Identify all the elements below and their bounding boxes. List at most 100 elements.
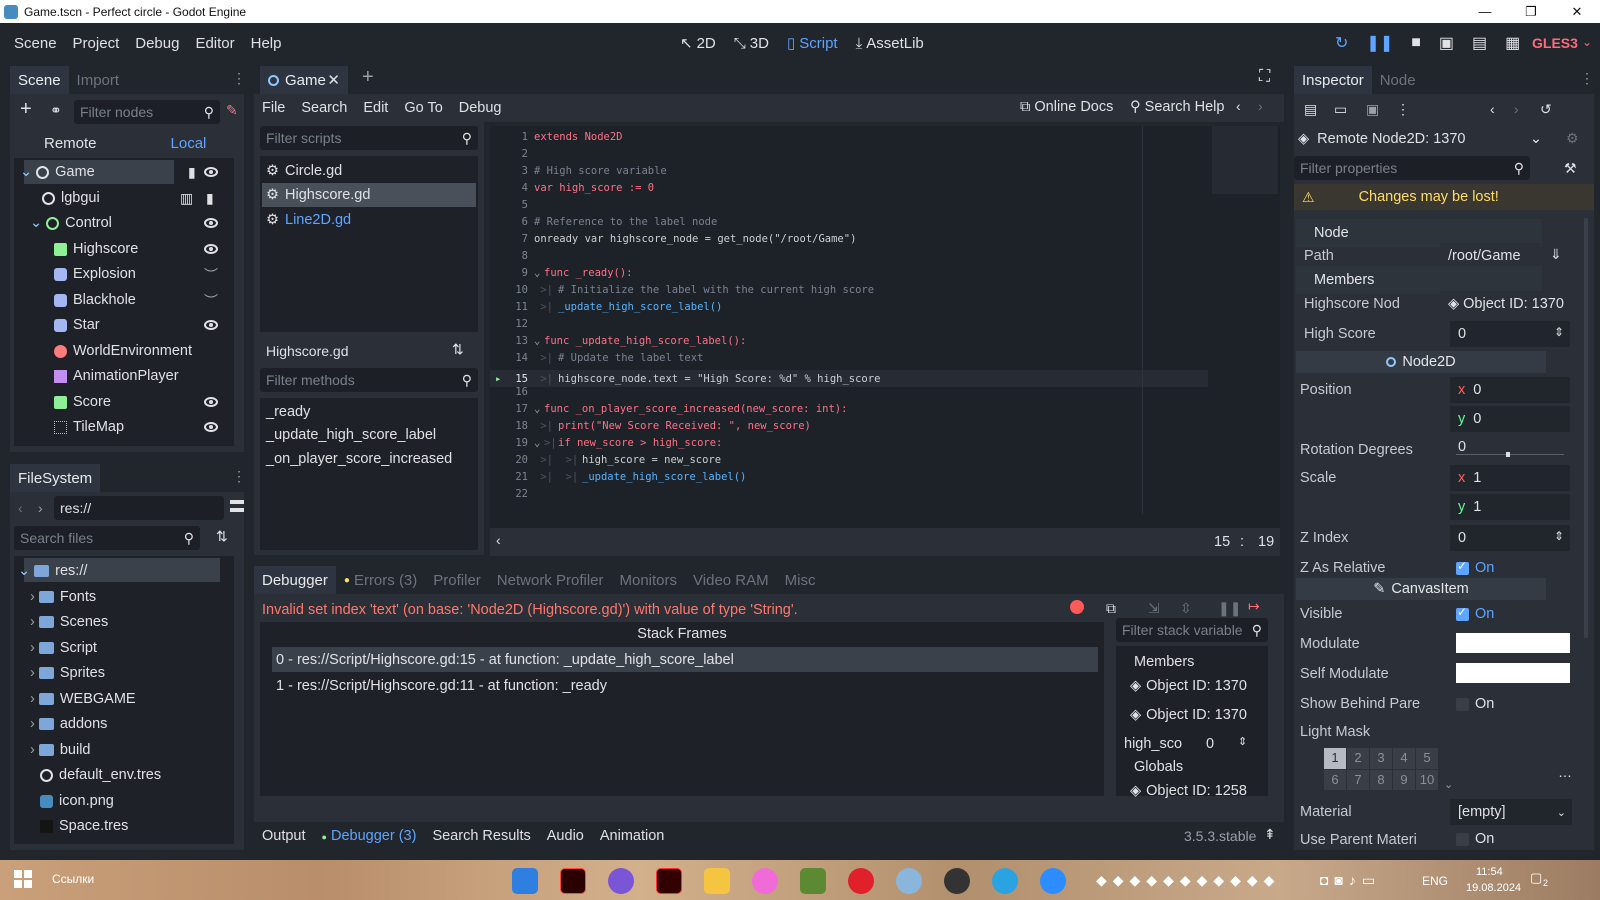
scale-y[interactable]: y1 — [1450, 494, 1570, 520]
folder-icon[interactable] — [704, 868, 730, 894]
file-item-scenes[interactable]: › Scenes — [30, 609, 108, 635]
play-scene-icon[interactable]: ▣ — [1439, 33, 1454, 53]
tab-import[interactable]: Import — [69, 66, 128, 94]
workspace-2d[interactable]: ↖ 2D — [680, 34, 716, 53]
bottom-tab-debugger[interactable]: ● Debugger (3) — [314, 828, 425, 844]
history-icon[interactable]: ↺ — [1540, 101, 1552, 118]
position-y[interactable]: y0 — [1450, 406, 1570, 432]
spinner-icon[interactable]: ⇕ — [1554, 529, 1564, 543]
script-menu-edit[interactable]: Edit — [355, 100, 396, 116]
modulate-color-swatch[interactable] — [1456, 633, 1570, 653]
dock-menu-icon[interactable]: ⋮ — [232, 468, 246, 485]
script-menu-search[interactable]: Search — [293, 100, 355, 116]
visibility-eye-icon[interactable] — [204, 218, 218, 228]
tab-network-profiler[interactable]: Network Profiler — [489, 566, 612, 594]
path-field[interactable]: res:// — [54, 496, 224, 520]
spinner-icon[interactable]: ⇕ — [1554, 325, 1564, 339]
z-as-relative-checkbox[interactable]: On — [1456, 556, 1494, 580]
tab-profiler[interactable]: Profiler — [425, 566, 489, 594]
tab-scene[interactable]: Scene — [10, 66, 69, 94]
menu-debug[interactable]: Debug — [127, 35, 187, 52]
material-value[interactable]: [empty] ⌄ — [1450, 799, 1572, 825]
split-mode-icon[interactable] — [230, 500, 244, 512]
close-icon[interactable]: ✕ — [1554, 0, 1600, 23]
more-icon[interactable]: ⋮ — [1396, 101, 1410, 118]
filter-methods-input[interactable]: Filter methods ⚲ — [260, 368, 478, 392]
back-icon[interactable]: ‹ — [18, 500, 23, 516]
method-item[interactable]: _update_high_score_label — [266, 422, 436, 448]
tree-node-control[interactable]: ⌄ Control — [30, 210, 112, 236]
minimize-icon[interactable]: — — [1462, 0, 1508, 23]
file-item-res[interactable]: ⌄ res:// — [18, 558, 87, 584]
tree-node-blackhole[interactable]: Blackhole — [54, 287, 136, 313]
history-forward-icon[interactable]: › — [1514, 101, 1519, 117]
high-score-value[interactable]: 0 — [1450, 321, 1570, 347]
notification-icon[interactable]: ▢ — [1530, 870, 1542, 886]
use-parent-material-checkbox[interactable]: On — [1456, 828, 1494, 850]
stack-frame-1[interactable]: 1 - res://Script/Highscore.gd:11 - at fu… — [276, 673, 607, 699]
visibility-eye-icon[interactable] — [204, 244, 218, 254]
bottom-tab-audio[interactable]: Audio — [539, 828, 592, 844]
clock-date[interactable]: 19.08.2024 — [1466, 882, 1521, 894]
new-resource-icon[interactable]: ▤ — [1304, 101, 1317, 118]
chevron-down-icon[interactable]: ⌄ — [1444, 778, 1453, 791]
method-item[interactable]: _on_player_score_increased — [266, 446, 452, 472]
app-icon[interactable] — [752, 868, 778, 894]
debug-global-object[interactable]: ◈ Object ID: 1258 — [1130, 778, 1247, 804]
script-item-circle[interactable]: ⚙ Circle.gd — [266, 158, 342, 184]
script-item-highscore[interactable]: ⚙ Highscore.gd — [266, 182, 370, 208]
app-icon[interactable] — [896, 868, 922, 894]
code-editor[interactable]: 1 extends Node2D 2 3 # High score variable… — [490, 126, 1280, 528]
copy-error-icon[interactable]: ⧉ — [1106, 600, 1116, 617]
light-mask-bit[interactable]: 6 — [1324, 769, 1346, 790]
minecraft-icon[interactable] — [800, 868, 826, 894]
scene-tab-game[interactable]: Game ✕ — [260, 66, 348, 94]
menu-editor[interactable]: Editor — [187, 35, 242, 52]
tray-status-icons[interactable]: ◘◙♪▭ — [1320, 872, 1381, 889]
search-files-input[interactable]: Search files ⚲ — [14, 526, 200, 550]
prev-script-icon[interactable]: ‹ — [1236, 98, 1241, 114]
search-help-button[interactable]: ⚲ Search Help — [1130, 99, 1224, 115]
viber-icon[interactable] — [608, 868, 634, 894]
object-properties-icon[interactable]: ⚙ — [1566, 130, 1579, 147]
light-mask-bit[interactable]: 10 — [1416, 769, 1438, 790]
visible-checkbox[interactable]: On — [1456, 602, 1494, 626]
continue-icon[interactable]: ↦ — [1248, 598, 1260, 615]
file-item-webgame[interactable]: › WEBGAME — [30, 686, 136, 712]
light-mask-bit[interactable]: 2 — [1347, 748, 1369, 769]
light-mask-bit[interactable]: 9 — [1393, 769, 1415, 790]
tab-misc[interactable]: Misc — [777, 566, 824, 594]
tree-node-star[interactable]: Star — [54, 312, 100, 338]
telegram-icon[interactable] — [992, 868, 1018, 894]
dock-menu-icon[interactable]: ⋮ — [232, 70, 246, 87]
open-folder-icon[interactable]: ▭ — [1334, 101, 1347, 118]
debug-var-value[interactable]: 0 — [1206, 731, 1214, 757]
app-icon[interactable] — [512, 868, 538, 894]
dock-menu-icon[interactable]: ⋮ — [1580, 70, 1594, 87]
menu-scene[interactable]: Scene — [6, 35, 65, 52]
file-item-addons[interactable]: › addons — [30, 711, 107, 737]
tree-node-tilemap[interactable]: TileMap — [54, 414, 124, 440]
obs-icon[interactable] — [944, 868, 970, 894]
pause-icon[interactable]: ❚❚ — [1366, 33, 1393, 53]
hidden-eye-icon[interactable]: ︶ — [204, 291, 218, 311]
language-indicator[interactable]: ENG — [1422, 874, 1448, 888]
debug-member-object[interactable]: ◈ Object ID: 1370 — [1130, 702, 1247, 728]
history-back-icon[interactable]: ‹ — [1490, 101, 1495, 117]
workspace-assetlib[interactable]: ⤓ AssetLib — [856, 35, 924, 52]
taskbar-search[interactable]: Ссылки — [52, 872, 94, 886]
menu-help[interactable]: Help — [243, 35, 290, 52]
file-item-icon-png[interactable]: icon.png — [40, 788, 114, 814]
tree-node-score[interactable]: Score — [54, 389, 111, 415]
script-icon[interactable]: ▮ — [206, 190, 214, 207]
light-mask-bit[interactable]: 3 — [1370, 748, 1392, 769]
tree-node-worldenvironment[interactable]: WorldEnvironment — [54, 338, 192, 364]
script-item-line2d[interactable]: ⚙ Line2D.gd — [266, 207, 351, 233]
light-mask-grid[interactable]: 1 2 3 4 5 6 7 8 9 10 — [1324, 748, 1440, 790]
step-over-icon[interactable]: ⇳ — [1180, 600, 1192, 617]
save-icon[interactable]: ▣ — [1366, 101, 1379, 118]
tree-node-lgbgui[interactable]: lgbgui — [42, 185, 100, 211]
highscore-node-value[interactable]: ◈ Object ID: 1370 — [1440, 291, 1572, 317]
light-mask-bit[interactable]: 4 — [1393, 748, 1415, 769]
restore-icon[interactable]: ❐ — [1508, 0, 1554, 23]
